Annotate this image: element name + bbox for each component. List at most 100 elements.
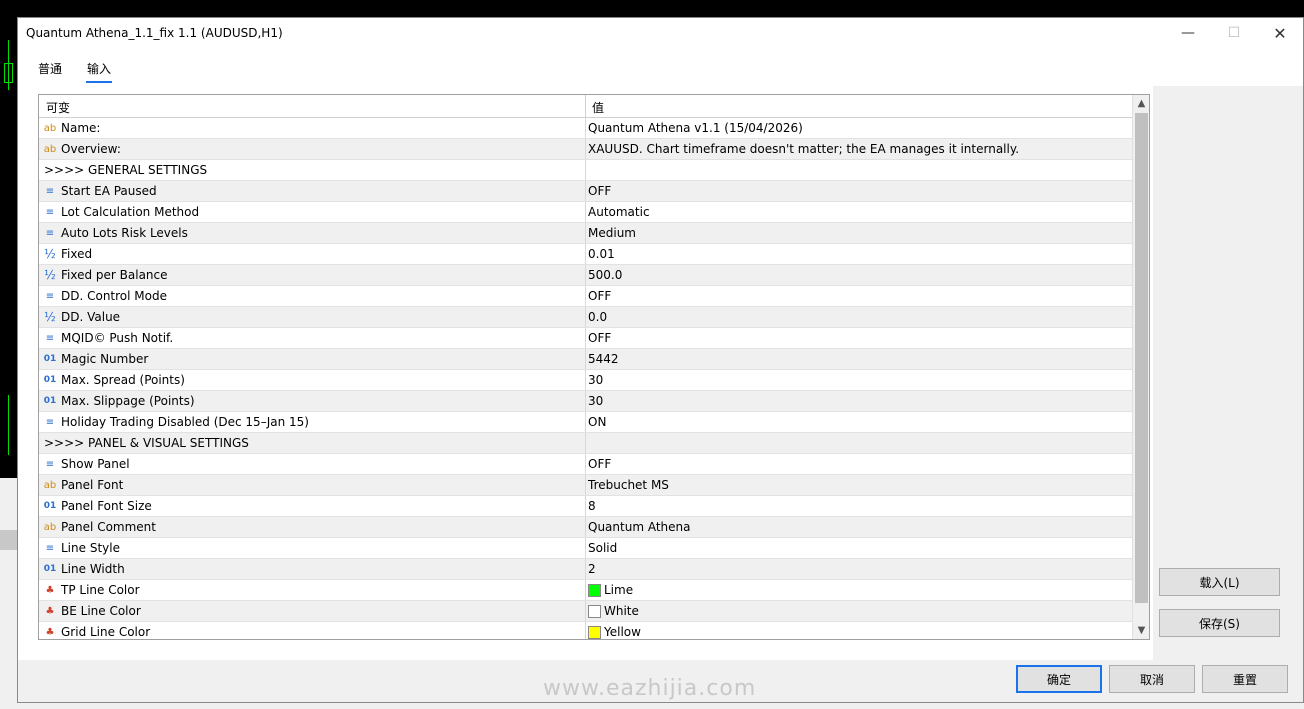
ok-button[interactable]: 确定 (1016, 665, 1102, 693)
variable-value[interactable]: 2 (588, 562, 596, 576)
enum-icon: ≡ (45, 290, 55, 302)
section-row[interactable]: >>>> PANEL & VISUAL SETTINGS (39, 433, 1132, 454)
cell-divider (585, 601, 586, 621)
table-row[interactable]: 01 Max. Spread (Points) 30 (39, 370, 1132, 391)
variable-value[interactable]: 8 (588, 499, 596, 513)
cell-divider (585, 475, 586, 495)
inputs-dialog: Quantum Athena_1.1_fix 1.1 (AUDUSD,H1) —… (17, 17, 1304, 703)
table-row[interactable]: ≡ Lot Calculation Method Automatic (39, 202, 1132, 223)
variable-value[interactable]: Trebuchet MS (588, 478, 669, 492)
cell-divider (585, 496, 586, 516)
variable-value[interactable]: White (588, 604, 639, 618)
reset-button[interactable]: 重置 (1202, 665, 1288, 693)
variable-value[interactable]: OFF (588, 457, 611, 471)
enum-icon: ≡ (45, 185, 55, 197)
variable-value[interactable]: OFF (588, 184, 611, 198)
table-row[interactable]: 01 Line Width 2 (39, 559, 1132, 580)
table-row[interactable]: ≡ MQID© Push Notif. OFF (39, 328, 1132, 349)
table-body: ab Name: Quantum Athena v1.1 (15/04/2026) a… (39, 118, 1132, 639)
variable-name: DD. Value (61, 310, 121, 324)
color-swatch[interactable] (588, 604, 601, 618)
variable-name: MQID© Push Notif. (61, 331, 174, 345)
table-row[interactable]: ≡ Start EA Paused OFF (39, 181, 1132, 202)
variable-value[interactable]: 0.0 (588, 310, 607, 324)
table-row[interactable]: ♣ BE Line Color White (39, 601, 1132, 622)
color-swatch[interactable] (588, 625, 601, 639)
variable-name: BE Line Color (61, 604, 141, 618)
variable-value[interactable]: ON (588, 415, 606, 429)
table-row[interactable]: ½ DD. Value 0.0 (39, 307, 1132, 328)
variable-name: >>>> GENERAL SETTINGS (44, 163, 208, 177)
table-row[interactable]: ≡ Line Style Solid (39, 538, 1132, 559)
value-text: OFF (588, 331, 612, 345)
variable-value[interactable]: Lime (588, 583, 633, 597)
variable-value[interactable]: XAUUSD. Chart timeframe doesn't matter; … (588, 142, 1019, 156)
column-divider[interactable] (585, 95, 586, 117)
variable-value[interactable]: Solid (588, 541, 617, 555)
cell-divider (585, 202, 586, 222)
cancel-button[interactable]: 取消 (1109, 665, 1195, 693)
variable-value[interactable]: Quantum Athena (588, 520, 690, 534)
table-row[interactable]: ♣ TP Line Color Lime (39, 580, 1132, 601)
variable-value[interactable]: Medium (588, 226, 636, 240)
table-row[interactable]: ≡ Show Panel OFF (39, 454, 1132, 475)
section-row[interactable]: >>>> GENERAL SETTINGS (39, 160, 1132, 181)
table-row[interactable]: 01 Magic Number 5442 (39, 349, 1132, 370)
table-row[interactable]: ≡ Auto Lots Risk Levels Medium (39, 223, 1132, 244)
table-row[interactable]: ab Overview: XAUUSD. Chart timeframe doesn… (39, 139, 1132, 160)
cell-divider (585, 328, 586, 348)
value-text: OFF (588, 289, 612, 303)
variable-value[interactable]: Quantum Athena v1.1 (15/04/2026) (588, 121, 803, 135)
table-row[interactable]: ½ Fixed per Balance 500.0 (39, 265, 1132, 286)
scrollbar-thumb[interactable] (1135, 113, 1148, 603)
close-button[interactable]: ✕ (1257, 18, 1303, 48)
value-text: Automatic (588, 205, 650, 219)
load-button[interactable]: 载入(L) (1159, 568, 1280, 596)
scroll-up-icon[interactable]: ▲ (1133, 95, 1149, 112)
column-header-value[interactable]: 值 (592, 99, 604, 116)
variable-value[interactable]: Yellow (588, 625, 641, 639)
tab-common[interactable]: 普通 (38, 60, 62, 77)
variable-value[interactable]: OFF (588, 331, 611, 345)
variable-value[interactable]: OFF (588, 289, 611, 303)
minimize-button[interactable]: — (1165, 18, 1211, 48)
variable-name: Panel Font (61, 478, 124, 492)
table-row[interactable]: ab Panel Comment Quantum Athena (39, 517, 1132, 538)
cell-divider (585, 223, 586, 243)
table-row[interactable]: ab Name: Quantum Athena v1.1 (15/04/2026) (39, 118, 1132, 139)
value-text: 5442 (588, 352, 619, 366)
vertical-scrollbar[interactable]: ▲ ▼ (1132, 95, 1149, 639)
value-text: OFF (588, 457, 612, 471)
cell-divider (585, 454, 586, 474)
column-header-variable[interactable]: 可变 (46, 99, 70, 116)
table-row[interactable]: ≡ DD. Control Mode OFF (39, 286, 1132, 307)
text-icon: ab (43, 122, 57, 134)
variable-value[interactable]: 30 (588, 394, 603, 408)
save-button[interactable]: 保存(S) (1159, 609, 1280, 637)
tab-inputs[interactable]: 输入 (85, 60, 113, 83)
table-row[interactable]: 01 Max. Slippage (Points) 30 (39, 391, 1132, 412)
value-text: Solid (588, 541, 618, 555)
value-text: 8 (588, 499, 596, 513)
double-icon: ½ (44, 310, 56, 324)
variable-value[interactable]: 5442 (588, 352, 619, 366)
variable-value[interactable]: 0.01 (588, 247, 615, 261)
value-text: Quantum Athena (588, 520, 691, 534)
maximize-button[interactable]: ☐ (1211, 18, 1257, 48)
table-row[interactable]: ≡ Holiday Trading Disabled (Dec 15–Jan 15… (39, 412, 1132, 433)
variable-value[interactable]: 500.0 (588, 268, 622, 282)
variable-value[interactable]: 30 (588, 373, 603, 387)
cell-divider (585, 118, 586, 138)
table-row[interactable]: ab Panel Font Trebuchet MS (39, 475, 1132, 496)
cell-divider (585, 307, 586, 327)
cell-divider (585, 370, 586, 390)
tab-bar: 普通 输入 (18, 48, 1303, 86)
value-text: Medium (588, 226, 636, 240)
enum-icon: ≡ (45, 458, 55, 470)
scroll-down-icon[interactable]: ▼ (1133, 622, 1149, 639)
table-row[interactable]: ♣ Grid Line Color Yellow (39, 622, 1132, 639)
table-row[interactable]: ½ Fixed 0.01 (39, 244, 1132, 265)
table-row[interactable]: 01 Panel Font Size 8 (39, 496, 1132, 517)
variable-value[interactable]: Automatic (588, 205, 650, 219)
color-swatch[interactable] (588, 583, 601, 597)
